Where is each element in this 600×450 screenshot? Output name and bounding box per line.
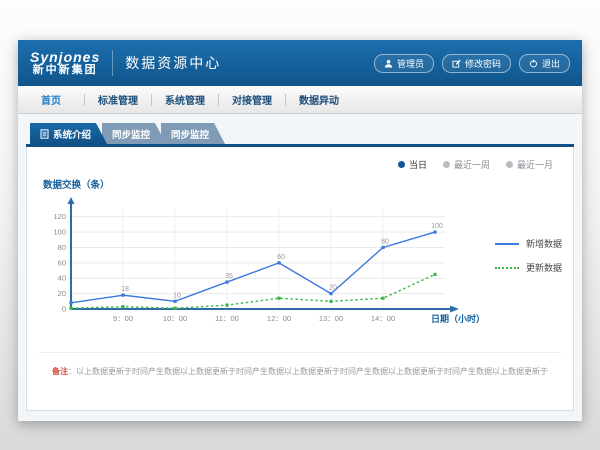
note-text: ：以上数据更新于时间产生数据以上数据更新于时间产生数据以上数据更新于时间产生数据… (68, 367, 548, 376)
brand-logo[interactable]: Synjones 新中新集团 (30, 50, 100, 76)
svg-text:80: 80 (381, 238, 389, 245)
legend-swatch (495, 243, 519, 245)
admin-user-button[interactable]: 管理员 (374, 54, 434, 73)
tab-0[interactable]: 系统介绍 (30, 123, 107, 144)
svg-text:100: 100 (431, 223, 443, 230)
app-header: Synjones 新中新集团 数据资源中心 管理员修改密码退出 (18, 40, 582, 86)
svg-text:9：00: 9：00 (113, 314, 133, 323)
tab-label: 同步监控 (171, 127, 209, 141)
nav-item-2[interactable]: 系统管理 (152, 92, 218, 107)
radio-label: 最近一月 (517, 158, 553, 171)
svg-text:20: 20 (329, 285, 337, 292)
chart-panel: 当日 最近一周 最近一月 数据交换（条） 0 20 40 60 80 100 120 9：00 10… (26, 147, 574, 411)
svg-text:10：00: 10：00 (163, 314, 187, 323)
main-navbar: 首页标准管理系统管理对接管理数据异动 (18, 86, 582, 114)
radio-option-0[interactable]: 当日 (398, 158, 427, 171)
legend-label: 新增数据 (526, 237, 562, 250)
user-icon (384, 59, 393, 68)
tab-2[interactable]: 同步监控 (161, 123, 225, 144)
legend-swatch (495, 267, 519, 269)
svg-text:100: 100 (53, 228, 66, 237)
svg-text:0: 0 (62, 305, 66, 314)
radio-option-2[interactable]: 最近一月 (506, 158, 553, 171)
tab-label: 系统介绍 (53, 127, 91, 141)
svg-text:12：00: 12：00 (267, 314, 291, 323)
radio-dot (398, 161, 405, 168)
page-title: 数据资源中心 (125, 53, 221, 73)
nav-item-1[interactable]: 标准管理 (85, 92, 151, 107)
logo-text-en: Synjones (30, 50, 100, 65)
chart-legend: 新增数据更新数据 (495, 237, 562, 345)
date-range-filters: 当日 最近一周 最近一月 (398, 158, 553, 171)
tab-label: 同步监控 (112, 127, 150, 141)
legend-item-1: 更新数据 (495, 261, 562, 274)
footer-note: 备注：以上数据更新于时间产生数据以上数据更新于时间产生数据以上数据更新于时间产生… (39, 352, 561, 377)
logout-button[interactable]: 退出 (519, 54, 570, 73)
edit-icon (452, 59, 461, 68)
svg-text:11：00: 11：00 (215, 314, 239, 323)
radio-dot (443, 161, 450, 168)
app-window: Synjones 新中新集团 数据资源中心 管理员修改密码退出 首页标准管理系统… (18, 40, 582, 421)
svg-text:13：00: 13：00 (319, 314, 343, 323)
header-actions: 管理员修改密码退出 (374, 54, 570, 73)
power-icon (529, 59, 538, 68)
svg-text:60: 60 (277, 254, 285, 261)
nav-item-4[interactable]: 数据异动 (286, 92, 352, 107)
nav-item-3[interactable]: 对接管理 (219, 92, 285, 107)
svg-text:日期（小时）: 日期（小时） (431, 313, 485, 324)
svg-text:20: 20 (58, 289, 66, 298)
tab-bar: 系统介绍 同步监控 同步监控 (30, 123, 574, 144)
nav-item-0[interactable]: 首页 (18, 92, 84, 107)
svg-text:18: 18 (121, 286, 129, 293)
y-axis-title: 数据交换（条） (43, 177, 110, 191)
svg-text:120: 120 (53, 212, 66, 221)
radio-dot (506, 161, 513, 168)
svg-text:10: 10 (173, 292, 181, 299)
svg-text:14：00: 14：00 (371, 314, 395, 323)
note-prefix: 备注 (52, 367, 68, 376)
svg-text:35: 35 (225, 273, 233, 280)
radio-option-1[interactable]: 最近一周 (443, 158, 490, 171)
desktop-background: Synjones 新中新集团 数据资源中心 管理员修改密码退出 首页标准管理系统… (0, 0, 600, 450)
svg-text:80: 80 (58, 243, 66, 252)
document-icon (40, 129, 49, 139)
header-divider (112, 50, 113, 76)
svg-text:60: 60 (58, 258, 66, 267)
radio-label: 当日 (409, 158, 427, 171)
radio-label: 最近一周 (454, 158, 490, 171)
legend-label: 更新数据 (526, 261, 562, 274)
svg-text:40: 40 (58, 274, 66, 283)
legend-item-0: 新增数据 (495, 237, 562, 250)
content-area: 系统介绍 同步监控 同步监控 当日 最近一周 最近一月 数据交换（条） 0 20 40 60 8… (18, 114, 582, 421)
chart-row: 0 20 40 60 80 100 120 9：00 10：00 11：00 12：00 13：00 1… (27, 195, 562, 345)
logo-text-cn: 新中新集团 (33, 65, 98, 77)
change-password-button[interactable]: 修改密码 (442, 54, 511, 73)
line-chart: 0 20 40 60 80 100 120 9：00 10：00 11：00 12：00 13：00 1… (27, 195, 487, 345)
tab-1[interactable]: 同步监控 (102, 123, 166, 144)
